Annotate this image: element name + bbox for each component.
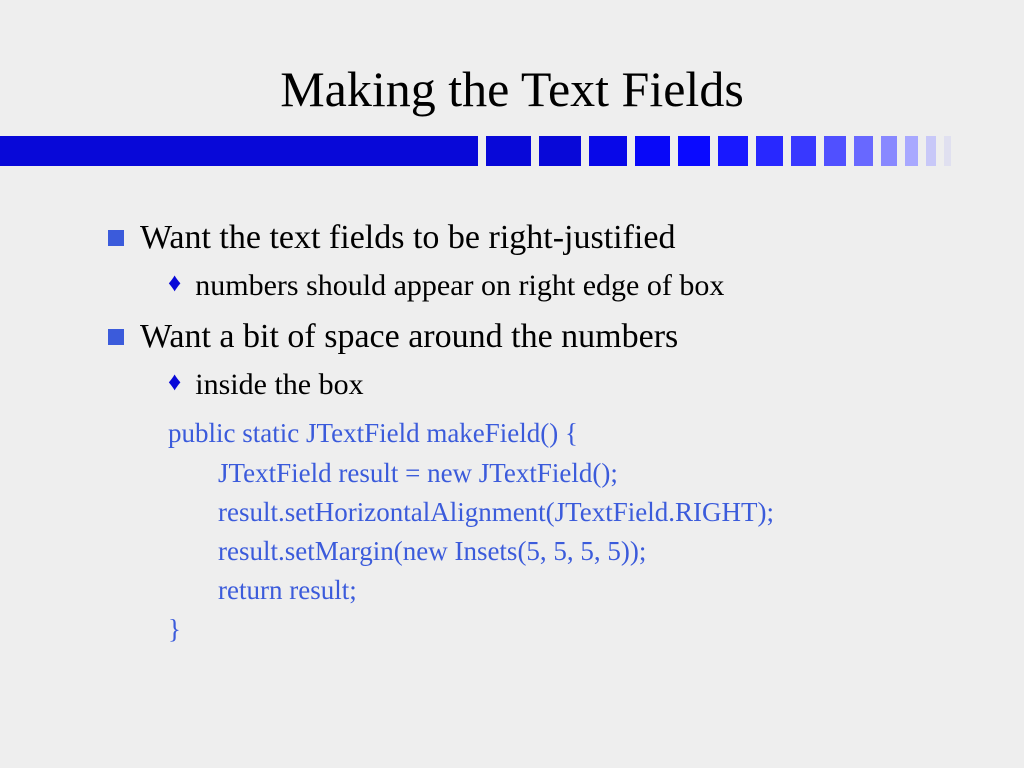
square-bullet-icon bbox=[108, 230, 124, 246]
sub-bullet-2: ♦ inside the box bbox=[168, 365, 964, 404]
bar-square-icon bbox=[635, 136, 670, 166]
slide-title: Making the Text Fields bbox=[0, 0, 1024, 136]
bar-square-icon bbox=[926, 136, 936, 166]
code-block: public static JTextField makeField() { J… bbox=[168, 414, 964, 649]
bar-square-icon bbox=[486, 136, 531, 166]
code-line: result.setMargin(new Insets(5, 5, 5, 5))… bbox=[218, 532, 964, 571]
bar-solid bbox=[0, 136, 478, 166]
bar-square-icon bbox=[791, 136, 816, 166]
code-line: JTextField result = new JTextField(); bbox=[218, 454, 964, 493]
bar-square-icon bbox=[905, 136, 918, 166]
bullet-text: Want the text fields to be right-justifi… bbox=[140, 216, 675, 260]
decorative-bar bbox=[0, 136, 1024, 166]
bar-square-icon bbox=[944, 136, 951, 166]
bar-square-icon bbox=[881, 136, 897, 166]
bar-squares bbox=[486, 136, 951, 166]
bar-square-icon bbox=[589, 136, 627, 166]
bar-square-icon bbox=[756, 136, 783, 166]
bar-square-icon bbox=[718, 136, 748, 166]
content-area: Want the text fields to be right-justifi… bbox=[0, 166, 1024, 649]
sub-bullet-text: numbers should appear on right edge of b… bbox=[195, 266, 724, 305]
square-bullet-icon bbox=[108, 329, 124, 345]
diamond-bullet-icon: ♦ bbox=[168, 268, 181, 298]
bar-square-icon bbox=[824, 136, 846, 166]
code-line: result.setHorizontalAlignment(JTextField… bbox=[218, 493, 964, 532]
code-line: } bbox=[168, 610, 964, 649]
bullet-text: Want a bit of space around the numbers bbox=[140, 315, 678, 359]
bar-square-icon bbox=[854, 136, 873, 166]
bar-square-icon bbox=[678, 136, 710, 166]
sub-bullet-1: ♦ numbers should appear on right edge of… bbox=[168, 266, 964, 305]
sub-bullet-text: inside the box bbox=[195, 365, 363, 404]
code-line: public static JTextField makeField() { bbox=[168, 414, 964, 453]
bullet-2: Want a bit of space around the numbers bbox=[108, 315, 964, 359]
bar-square-icon bbox=[539, 136, 581, 166]
slide: Making the Text Fields Want the text fie… bbox=[0, 0, 1024, 768]
diamond-bullet-icon: ♦ bbox=[168, 367, 181, 397]
bullet-1: Want the text fields to be right-justifi… bbox=[108, 216, 964, 260]
code-line: return result; bbox=[218, 571, 964, 610]
